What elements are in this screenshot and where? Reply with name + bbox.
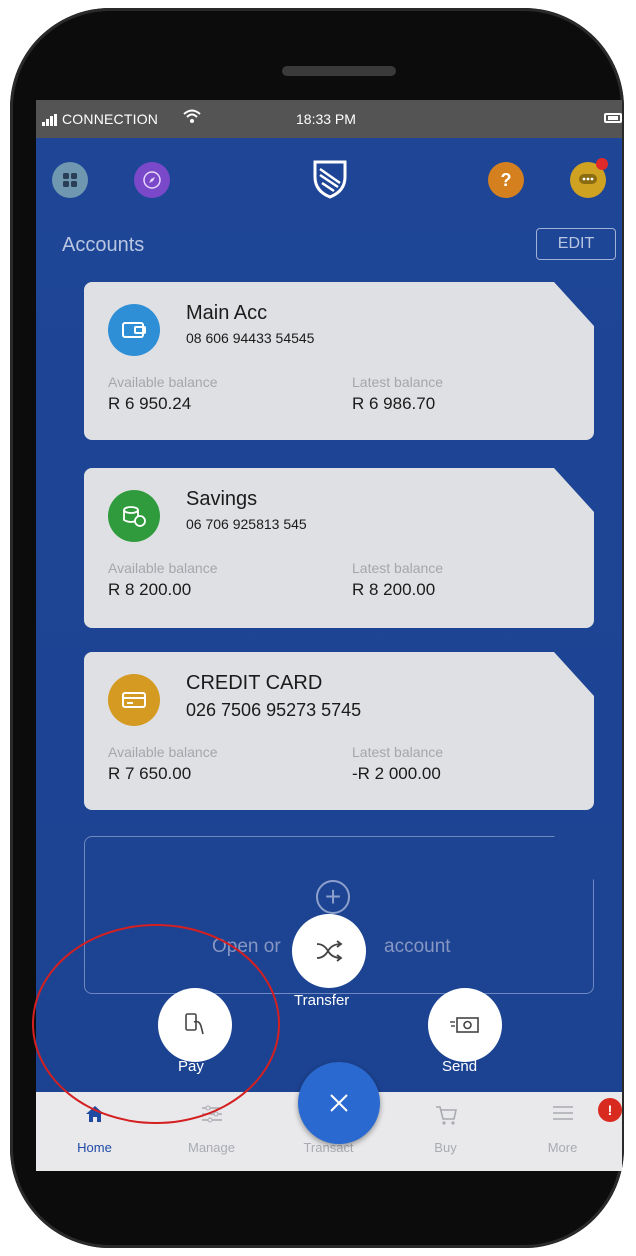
send-label: Send: [442, 1058, 478, 1075]
close-transact-button[interactable]: [298, 1062, 380, 1144]
tab-label: Buy: [434, 1140, 457, 1155]
grid-icon[interactable]: [52, 162, 88, 198]
highlight-ring: [32, 924, 280, 1124]
available-balance-value: R 6 950.24: [108, 394, 192, 413]
wallet-icon: [108, 304, 160, 356]
plus-icon[interactable]: +: [316, 880, 350, 914]
transfer-label: Transfer: [294, 992, 350, 1009]
edit-button[interactable]: EDIT: [536, 228, 616, 260]
latest-balance-label: Latest balance: [352, 560, 444, 576]
available-balance-label: Available balance: [108, 374, 218, 390]
credit-card-icon: [108, 674, 160, 726]
account-number: 06 706 925813 545: [186, 516, 307, 532]
transfer-button[interactable]: [292, 914, 366, 988]
open-account-text-end: account: [384, 936, 451, 957]
signal-bars-icon: [42, 113, 60, 129]
battery-icon: [604, 113, 622, 123]
account-card-credit[interactable]: CREDIT CARD 026 7506 95273 5745 Availabl…: [84, 652, 594, 810]
wifi-icon: [182, 108, 202, 129]
available-balance-label: Available balance: [108, 560, 218, 576]
available-balance-value: R 8 200.00: [108, 580, 192, 599]
send-button[interactable]: [428, 988, 502, 1062]
account-card-savings[interactable]: Savings 06 706 925813 545 Available bala…: [84, 468, 594, 628]
help-icon[interactable]: ?: [488, 162, 524, 198]
tab-label: More: [547, 1140, 578, 1155]
latest-balance-value: R 8 200.00: [352, 580, 436, 599]
bank-shield-logo: [310, 158, 350, 200]
phone-speaker: [282, 66, 396, 76]
more-notification-badge: !: [598, 1098, 622, 1122]
latest-balance-value: R 6 986.70: [352, 394, 436, 413]
account-number: 026 7506 95273 5745: [186, 700, 362, 720]
tab-buy[interactable]: Buy: [387, 1092, 504, 1171]
latest-balance-label: Latest balance: [352, 374, 444, 390]
tab-label: Home: [77, 1140, 112, 1155]
connection-label: CONNECTION: [62, 111, 159, 127]
available-balance-value: R 7 650.00: [108, 764, 192, 783]
account-name: Main Acc: [186, 302, 268, 324]
available-balance-label: Available balance: [108, 744, 218, 760]
cart-icon: [387, 1104, 504, 1132]
tab-label: Manage: [188, 1140, 235, 1155]
close-icon: [328, 1084, 350, 1123]
latest-balance-value: -R 2 000.00: [352, 764, 441, 783]
compass-icon[interactable]: [134, 162, 170, 198]
status-time: 18:33 PM: [296, 111, 356, 127]
notification-dot: [596, 158, 608, 170]
account-number: 08 606 94433 54545: [186, 330, 315, 346]
accounts-title: Accounts: [62, 234, 145, 256]
account-name: Savings: [186, 488, 258, 510]
status-bar: CONNECTION 18:33 PM: [36, 100, 622, 138]
account-name: CREDIT CARD: [186, 672, 323, 694]
latest-balance-label: Latest balance: [352, 744, 444, 760]
account-card-main[interactable]: Main Acc 08 606 94433 54545 Available ba…: [84, 282, 594, 440]
coins-icon: [108, 490, 160, 542]
